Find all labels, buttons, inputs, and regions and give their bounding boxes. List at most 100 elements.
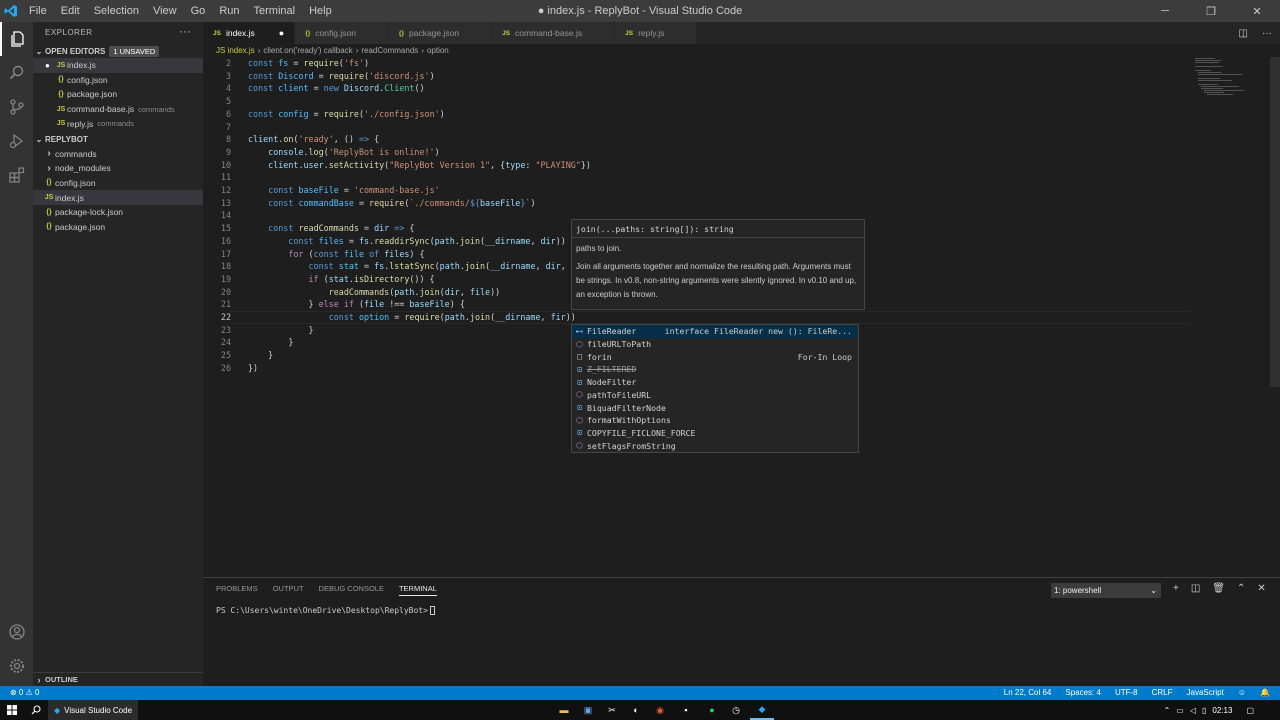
line-ending-status[interactable]: CRLF (1152, 686, 1173, 700)
app-icon[interactable]: ◐ (628, 700, 644, 720)
split-editor-icon[interactable]: ◫ (1239, 28, 1248, 39)
open-editors-section[interactable]: ⌄ OPEN EDITORS 1 UNSAVED (33, 44, 203, 58)
more-actions-icon[interactable]: ··· (179, 24, 191, 38)
network-icon[interactable]: ▭ (1176, 706, 1184, 715)
suggestion-item[interactable]: ⬡ fileURLToPath (572, 338, 858, 351)
breadcrumb-symbol[interactable]: option (427, 46, 449, 55)
open-editor-item[interactable]: ● JS index.js (33, 58, 203, 73)
tree-file-index-js[interactable]: JS index.js (33, 190, 203, 205)
cursor-position[interactable]: Ln 22, Col 64 (1004, 686, 1052, 700)
more-actions-icon[interactable]: ··· (1262, 28, 1272, 39)
breadcrumb-file[interactable]: JS index.js (216, 46, 255, 55)
tree-file-package-json[interactable]: {} package.json (33, 220, 203, 235)
feedback-icon[interactable]: ☺ (1238, 686, 1246, 700)
spotify-icon[interactable]: ● (704, 700, 720, 720)
explorer-icon[interactable] (0, 22, 33, 56)
open-editor-item[interactable]: {} package.json (33, 87, 203, 102)
suggestion-item[interactable]: ⊷ FileReader interface FileReader new ()… (572, 325, 858, 338)
close-panel-icon[interactable]: ✕ (1257, 583, 1265, 594)
menu-file[interactable]: File (22, 0, 54, 22)
terminal-output[interactable]: PS C:\Users\winte\OneDrive\Desktop\Reply… (216, 606, 435, 615)
chevron-right-icon: › (257, 46, 261, 55)
close-window-button[interactable]: ✕ (1234, 0, 1280, 22)
encoding-status[interactable]: UTF-8 (1115, 686, 1138, 700)
clock-time[interactable]: 02:13 (1212, 706, 1232, 715)
search-icon[interactable] (24, 700, 48, 720)
tree-file-package-lock[interactable]: {} package-lock.json (33, 205, 203, 220)
tree-folder-node-modules[interactable]: › node_modules (33, 161, 203, 176)
open-editor-label: command-base.js (67, 104, 135, 115)
menu-selection[interactable]: Selection (87, 0, 146, 22)
replybot-section[interactable]: ⌄ REPLYBOT (33, 132, 203, 146)
interface-icon: ⊷ (575, 326, 584, 336)
notifications-icon[interactable]: 🔔 (1260, 686, 1270, 700)
tab-package-json[interactable]: {} package.json (388, 22, 493, 44)
run-debug-icon[interactable] (0, 124, 33, 158)
file-explorer-icon[interactable]: ▬ (556, 700, 572, 720)
language-mode[interactable]: JavaScript (1187, 686, 1224, 700)
problems-status[interactable]: ⊗ 0 ⚠ 0 (10, 686, 39, 700)
js-file-icon: JS (213, 29, 221, 37)
suggestion-item[interactable]: □ forin For-In Loop (572, 350, 858, 363)
tab-reply-js[interactable]: JS reply.js (615, 22, 698, 44)
menu-view[interactable]: View (146, 0, 184, 22)
menu-go[interactable]: Go (184, 0, 213, 22)
tab-command-base-js[interactable]: JS command-base.js (492, 22, 616, 44)
open-editor-item[interactable]: JS command-base.js commands (33, 102, 203, 117)
notification-center-icon[interactable]: ▢ (1246, 706, 1254, 715)
breadcrumb-symbol[interactable]: readCommands (361, 46, 418, 55)
clock-app-icon[interactable]: ◷ (728, 700, 744, 720)
tree-folder-commands[interactable]: › commands (33, 147, 203, 162)
unsaved-dot-icon[interactable]: ● (279, 28, 284, 38)
tab-terminal[interactable]: TERMINAL (398, 584, 437, 596)
editor-scrollbar[interactable] (1270, 57, 1280, 387)
open-editor-item[interactable]: {} config.json (33, 73, 203, 88)
tab-problems[interactable]: PROBLEMS (216, 584, 258, 596)
settings-gear-icon[interactable] (0, 649, 33, 683)
terminal-select[interactable]: 1: powershell ⌄ (1051, 583, 1161, 598)
powershell-icon[interactable]: ▣ (580, 700, 596, 720)
tab-index-js[interactable]: JS index.js ● (203, 22, 296, 44)
taskbar-vscode-app[interactable]: ◆ Visual Studio Code (48, 700, 138, 720)
account-icon[interactable] (0, 615, 33, 649)
chrome-icon[interactable]: ◉ (652, 700, 668, 720)
snipping-tool-icon[interactable]: ✂ (604, 700, 620, 720)
restore-button[interactable]: ❐ (1188, 0, 1234, 22)
unsaved-dot-icon[interactable]: ● (45, 61, 55, 70)
minimize-button[interactable]: ─ (1142, 0, 1188, 22)
minimap[interactable] (1193, 57, 1273, 97)
suggestion-item[interactable]: ⊡ COPYFILE_FICLONE_FORCE (572, 427, 858, 440)
vscode-taskbar-icon[interactable]: ◆ (750, 700, 774, 720)
tab-output[interactable]: OUTPUT (273, 584, 304, 596)
windows-start-icon[interactable] (0, 700, 24, 720)
tree-file-config-json[interactable]: {} config.json (33, 176, 203, 191)
tab-config-json[interactable]: {} config.json (295, 22, 389, 44)
kill-terminal-icon[interactable]: 🗑 (1212, 583, 1225, 594)
media-icon[interactable]: ▪ (678, 700, 694, 720)
suggestion-item[interactable]: ⬡ pathToFileURL (572, 389, 858, 402)
extensions-icon[interactable] (0, 158, 33, 192)
new-terminal-icon[interactable]: + (1173, 583, 1179, 594)
tray-chevron-icon[interactable]: ⌃ (1164, 706, 1171, 715)
split-terminal-icon[interactable]: ◫ (1191, 583, 1200, 594)
code-editor[interactable]: 2 3 4 5 6 7 8 9 10 11 12 13 14 15 16 17 … (203, 57, 1280, 577)
menu-edit[interactable]: Edit (54, 0, 87, 22)
battery-icon[interactable]: ▯ (1202, 706, 1206, 715)
maximize-panel-icon[interactable]: ⌃ (1237, 583, 1245, 594)
suggestion-item[interactable]: ⬡ setFlagsFromString (572, 439, 858, 452)
volume-icon[interactable]: ◁ (1190, 706, 1196, 715)
breadcrumb-symbol[interactable]: client.on('ready') callback (263, 46, 352, 55)
suggestion-item[interactable]: ⊡ Z_FILTERED (572, 363, 858, 376)
suggestion-item[interactable]: ⊡ NodeFilter (572, 376, 858, 389)
menu-run[interactable]: Run (212, 0, 246, 22)
source-control-icon[interactable] (0, 90, 33, 124)
search-icon[interactable] (0, 56, 33, 90)
open-editor-item[interactable]: JS reply.js commands (33, 116, 203, 131)
suggestion-item[interactable]: ⬡ formatWithOptions (572, 414, 858, 427)
tab-debug-console[interactable]: DEBUG CONSOLE (319, 584, 384, 596)
suggestion-item[interactable]: ⊡ BiquadFilterNode (572, 401, 858, 414)
menu-help[interactable]: Help (302, 0, 339, 22)
outline-section[interactable]: › OUTLINE (33, 672, 203, 686)
menu-terminal[interactable]: Terminal (247, 0, 303, 22)
indentation-status[interactable]: Spaces: 4 (1065, 686, 1101, 700)
